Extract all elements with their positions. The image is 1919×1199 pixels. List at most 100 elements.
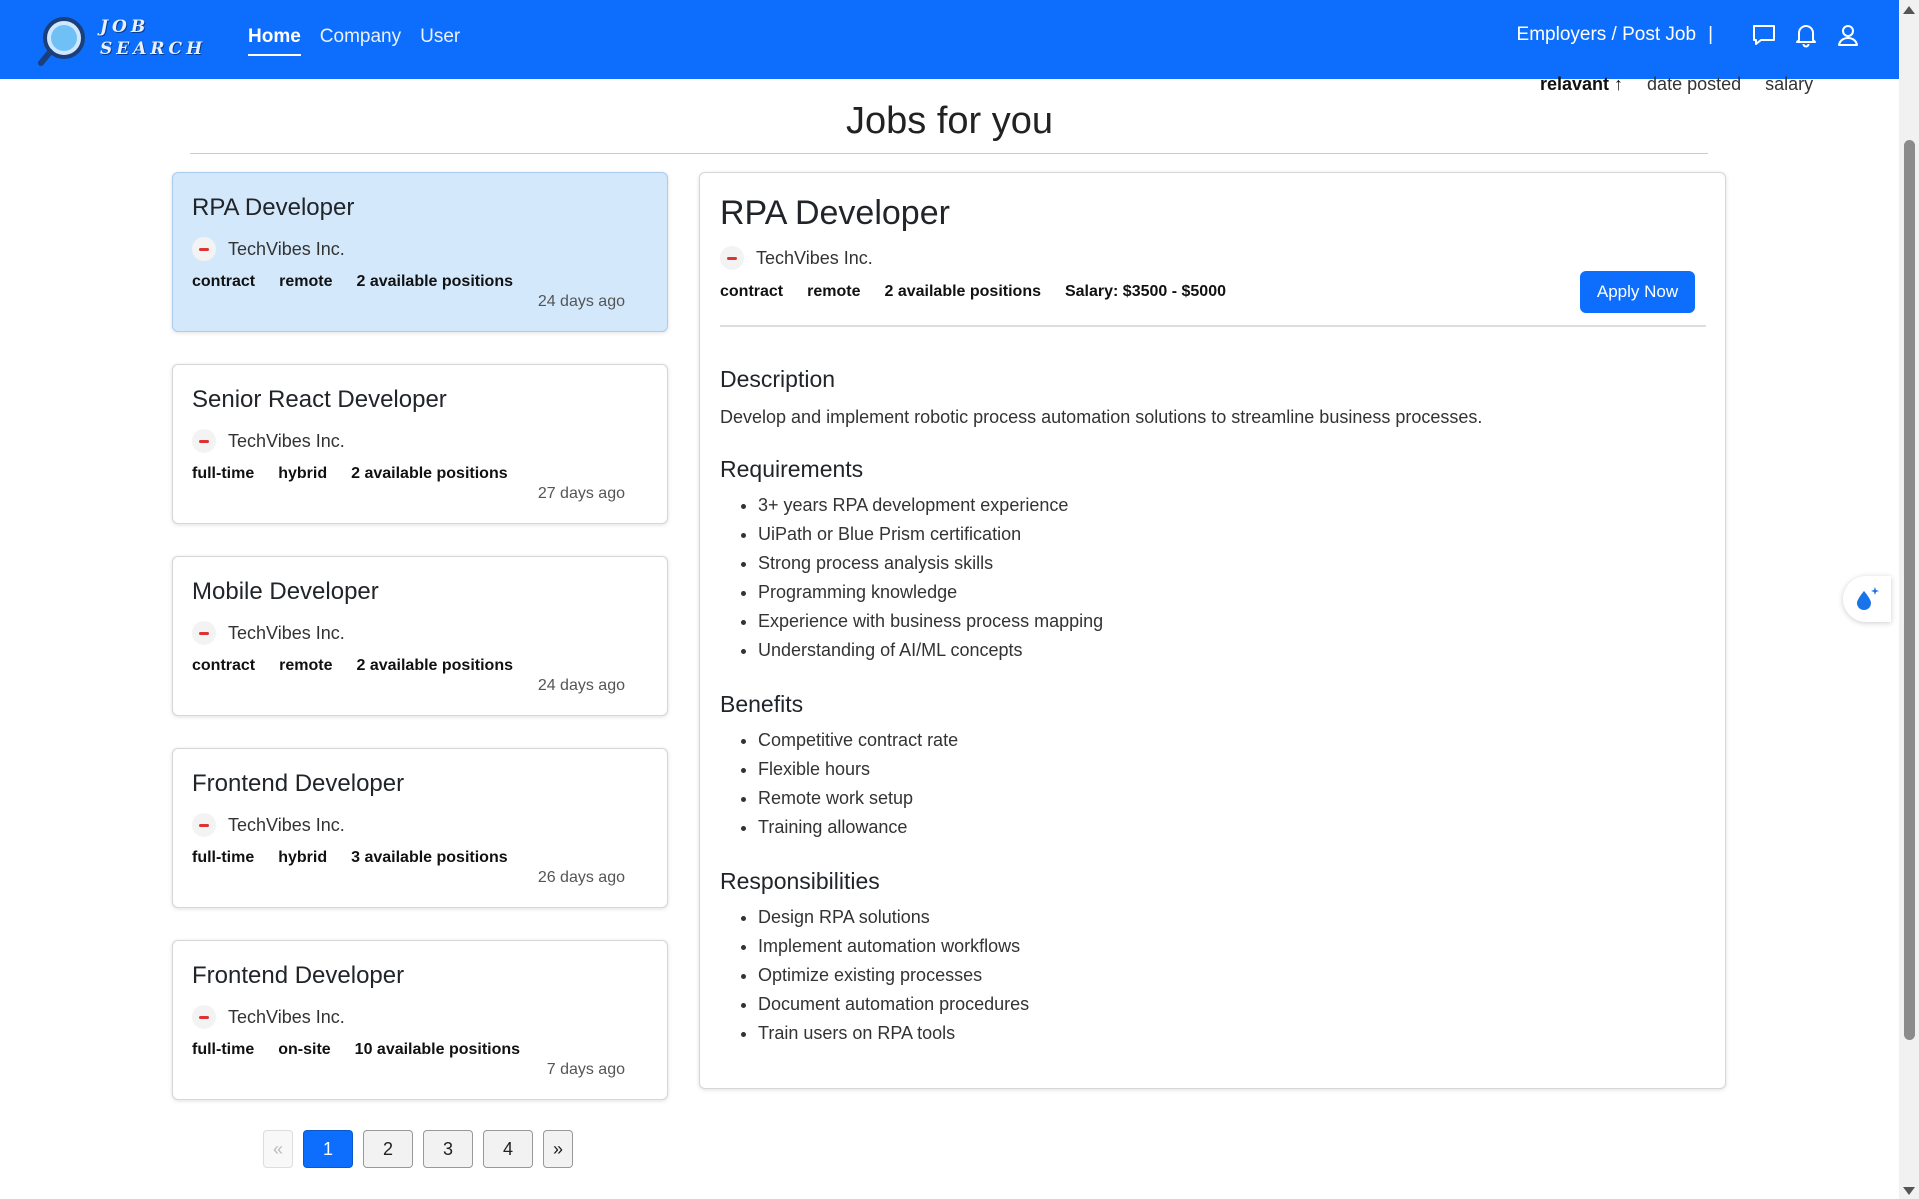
apply-now-button[interactable]: Apply Now [1580,271,1695,313]
requirement-item: Strong process analysis skills [758,549,1680,578]
description-heading: Description [720,366,836,392]
requirement-item: Experience with business process mapping [758,607,1680,636]
prev-page-button[interactable]: « [263,1130,293,1168]
requirements-heading: Requirements [720,456,864,482]
main-nav: Home Company User [248,26,460,56]
ai-assistant-widget[interactable] [1843,576,1891,622]
detail-company: TechVibes Inc. [756,247,873,268]
bell-icon[interactable] [1793,22,1819,48]
job-type: full-time [192,849,255,866]
company-logo [192,621,216,645]
job-title: Mobile Developer [192,578,379,605]
job-location-type: remote [279,657,333,674]
description-section: Description Develop and implement roboti… [720,366,1680,428]
detail-salary: Salary: $3500 - $5000 [1064,283,1226,300]
job-positions: 2 available positions [351,465,508,482]
requirement-item: Programming knowledge [758,578,1680,607]
next-page-button[interactable]: » [543,1130,573,1168]
job-posted-date: 24 days ago [537,677,625,694]
job-detail-panel: RPA Developer TechVibes Inc. contract re… [699,172,1726,1089]
page-2-button[interactable]: 2 [363,1130,413,1168]
detail-job-type: contract [720,283,784,300]
job-company: TechVibes Inc. [228,430,345,451]
job-location-type: on-site [278,1041,331,1058]
job-location-type: hybrid [278,465,328,482]
company-logo [192,813,216,837]
requirements-section: Requirements 3+ years RPA development ex… [720,456,1680,665]
job-type: contract [192,657,256,674]
job-card[interactable]: RPA Developer TechVibes Inc. contract re… [172,172,668,332]
job-title: Senior React Developer [192,386,447,413]
title-divider [190,153,1708,154]
job-posted-date: 27 days ago [537,485,625,502]
requirement-item: Understanding of AI/ML concepts [758,636,1680,665]
company-logo [192,1005,216,1029]
responsibility-item: Design RPA solutions [758,903,1680,932]
job-type: contract [192,273,256,290]
job-positions: 3 available positions [351,849,508,866]
job-positions: 10 available positions [354,1041,521,1058]
job-location-type: hybrid [278,849,328,866]
company-logo [192,237,216,261]
sort-date-posted[interactable]: date posted [1647,74,1741,95]
magnifier-logo-icon [38,17,85,66]
sort-relevant[interactable]: relavant ↑ [1540,74,1623,95]
page-1-button[interactable]: 1 [303,1130,353,1168]
top-navbar: JOB SEARCH Home Company User Employers /… [0,0,1899,79]
job-card[interactable]: Senior React Developer TechVibes Inc. fu… [172,364,668,524]
responsibility-item: Document automation procedures [758,990,1680,1019]
page-3-button[interactable]: 3 [423,1130,473,1168]
company-logo [192,429,216,453]
detail-title: RPA Developer [720,194,950,232]
responsibility-item: Optimize existing processes [758,961,1680,990]
nav-home[interactable]: Home [248,26,301,56]
logo-line-1: JOB [100,17,150,37]
responsibilities-section: Responsibilities Design RPA solutions Im… [720,868,1680,1048]
scroll-up-arrow-icon[interactable] [1903,6,1915,14]
responsibility-item: Implement automation workflows [758,932,1680,961]
requirement-item: UiPath or Blue Prism certification [758,520,1680,549]
nav-user[interactable]: User [420,26,460,56]
employers-post-job-link[interactable]: Employers / Post Job [1517,24,1697,46]
pagination: « 1 2 3 4 » [263,1130,573,1168]
job-positions: 2 available positions [356,273,513,290]
requirement-item: 3+ years RPA development experience [758,491,1680,520]
detail-location-type: remote [807,283,861,300]
job-type: full-time [192,465,255,482]
benefit-item: Training allowance [758,813,1680,842]
chat-icon[interactable] [1751,22,1777,48]
job-company: TechVibes Inc. [228,622,345,643]
job-company: TechVibes Inc. [228,1006,345,1027]
job-company: TechVibes Inc. [228,814,345,835]
job-card[interactable]: Frontend Developer TechVibes Inc. full-t… [172,940,668,1100]
job-posted-date: 26 days ago [537,869,625,886]
nav-company[interactable]: Company [320,26,401,56]
company-logo [720,246,744,270]
job-card[interactable]: Frontend Developer TechVibes Inc. full-t… [172,748,668,908]
detail-positions: 2 available positions [884,283,1041,300]
page-scrollbar[interactable] [1899,0,1919,1199]
scroll-down-arrow-icon[interactable] [1903,1187,1915,1195]
job-type: full-time [192,1041,255,1058]
job-posted-date: 7 days ago [546,1061,625,1078]
job-title: Frontend Developer [192,770,405,797]
job-title: Frontend Developer [192,962,405,989]
job-card[interactable]: Mobile Developer TechVibes Inc. contract… [172,556,668,716]
benefit-item: Competitive contract rate [758,726,1680,755]
nav-separator: | [1708,24,1713,45]
benefit-item: Remote work setup [758,784,1680,813]
responsibilities-heading: Responsibilities [720,868,880,894]
job-company: TechVibes Inc. [228,238,345,259]
job-posted-date: 24 days ago [537,293,625,310]
scroll-thumb[interactable] [1904,140,1915,1040]
page-4-button[interactable]: 4 [483,1130,533,1168]
detail-divider [720,325,1706,327]
user-icon[interactable] [1835,22,1861,48]
sort-salary[interactable]: salary [1765,74,1813,95]
nav-right: Employers / Post Job | [1517,22,1861,48]
job-positions: 2 available positions [356,657,513,674]
job-search-logo[interactable]: JOB SEARCH [38,14,202,66]
responsibility-item: Train users on RPA tools [758,1019,1680,1048]
benefits-heading: Benefits [720,691,804,717]
benefit-item: Flexible hours [758,755,1680,784]
